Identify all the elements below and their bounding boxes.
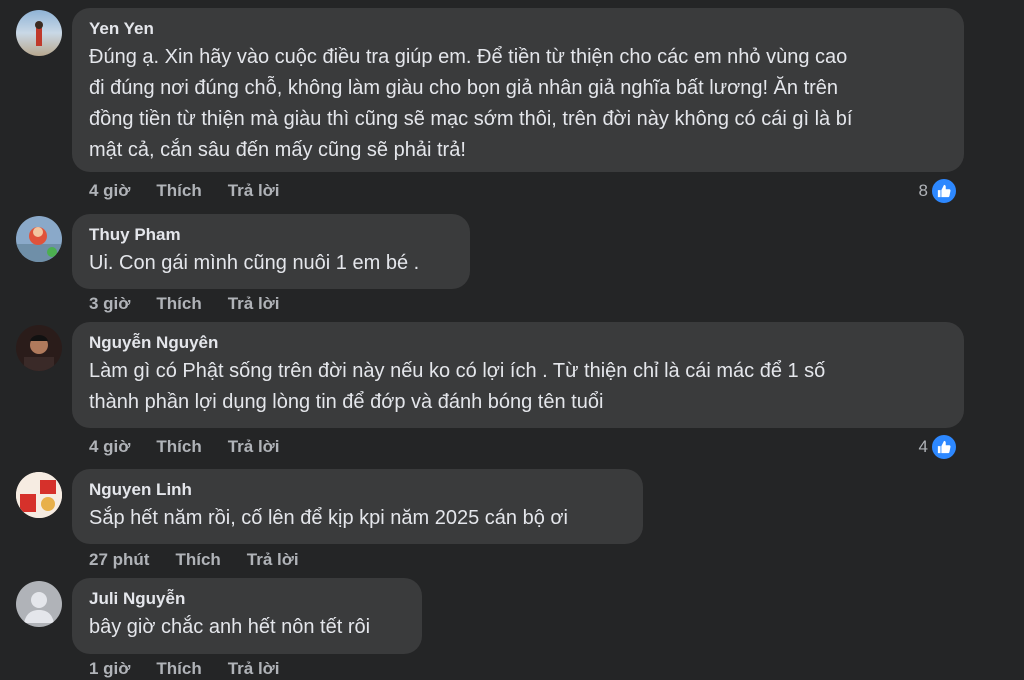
avatar[interactable]	[16, 10, 62, 56]
avatar[interactable]	[16, 472, 62, 518]
comment-text: Đúng ạ. Xin hãy vào cuộc điều tra giúp e…	[89, 46, 853, 161]
avatar-photo-icon	[16, 472, 62, 518]
person-silhouette-icon	[24, 592, 54, 623]
comment-text: Ui. Con gái mình cũng nuôi 1 em bé .	[89, 252, 420, 274]
like-button[interactable]: Thích	[175, 550, 220, 570]
reply-button[interactable]: Trả lời	[228, 294, 280, 314]
reaction-count: 8	[918, 181, 928, 200]
comment-actions: 27 phút Thích Trả lời	[89, 550, 325, 570]
reply-button[interactable]: Trả lời	[228, 181, 280, 201]
comment-bubble: Juli Nguyễn bây giờ chắc anh hết nôn tết…	[72, 578, 422, 654]
reply-button[interactable]: Trả lời	[228, 437, 280, 457]
comment-time[interactable]: 4 giờ	[89, 181, 130, 201]
comment-time[interactable]: 27 phút	[89, 550, 149, 570]
comment-actions: 4 giờ Thích Trả lời	[89, 437, 306, 457]
comment-bubble: Yen Yen Đúng ạ. Xin hãy vào cuộc điều tr…	[72, 8, 964, 172]
comment-author[interactable]: Nguyễn Nguyên	[89, 332, 947, 354]
comment-author[interactable]: Nguyen Linh	[89, 479, 626, 501]
comment-author[interactable]: Thuy Pham	[89, 224, 453, 246]
reaction-summary[interactable]: 4	[919, 433, 958, 461]
avatar[interactable]	[16, 325, 62, 371]
comment-bubble: Nguyen Linh Sắp hết năm rồi, cố lên để k…	[72, 469, 643, 544]
avatar-photo-icon	[24, 335, 54, 371]
like-thumb-icon	[930, 433, 958, 461]
comment-actions: 4 giờ Thích Trả lời	[89, 181, 306, 201]
like-thumb-icon	[930, 177, 958, 205]
reaction-summary[interactable]: 8	[919, 177, 958, 205]
comment-text: Sắp hết năm rồi, cố lên để kịp kpi năm 2…	[89, 507, 568, 529]
avatar-photo-icon	[16, 227, 62, 262]
comment-bubble: Nguyễn Nguyên Làm gì có Phật sống trên đ…	[72, 322, 964, 428]
comment-time[interactable]: 1 giờ	[89, 659, 130, 679]
like-button[interactable]: Thích	[156, 659, 201, 679]
comment-text: bây giờ chắc anh hết nôn tết rôi	[89, 616, 371, 638]
like-button[interactable]: Thích	[156, 437, 201, 457]
avatar[interactable]	[16, 216, 62, 262]
reaction-count: 4	[918, 437, 928, 456]
reply-button[interactable]: Trả lời	[228, 659, 280, 679]
avatar-photo-icon	[35, 21, 43, 46]
comment-time[interactable]: 4 giờ	[89, 437, 130, 457]
comment-author[interactable]: Yen Yen	[89, 18, 947, 40]
like-button[interactable]: Thích	[156, 181, 201, 201]
comment-actions: 1 giờ Thích Trả lời	[89, 659, 306, 679]
comment-time[interactable]: 3 giờ	[89, 294, 130, 314]
comment-author[interactable]: Juli Nguyễn	[89, 588, 405, 610]
reply-button[interactable]: Trả lời	[247, 550, 299, 570]
comment-bubble: Thuy Pham Ui. Con gái mình cũng nuôi 1 e…	[72, 214, 470, 289]
comment-text: Làm gì có Phật sống trên đời này nếu ko …	[89, 360, 826, 413]
avatar[interactable]	[16, 581, 62, 627]
like-button[interactable]: Thích	[156, 294, 201, 314]
comment-actions: 3 giờ Thích Trả lời	[89, 294, 306, 314]
